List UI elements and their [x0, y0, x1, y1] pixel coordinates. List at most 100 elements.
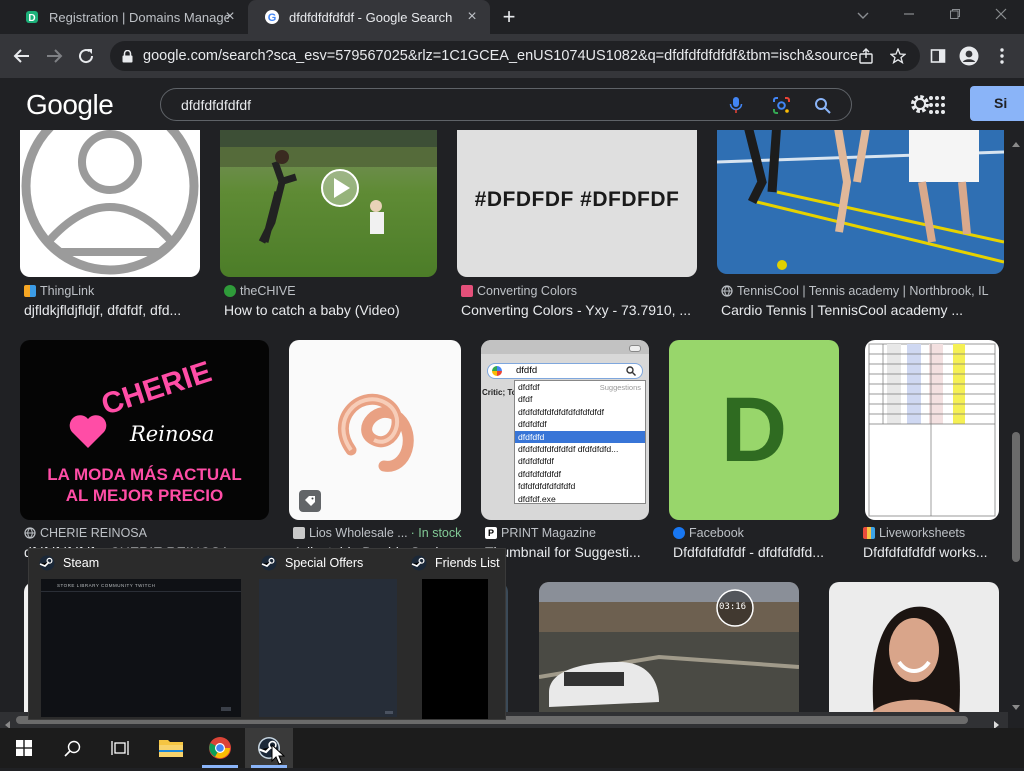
close-icon[interactable]: × [222, 9, 238, 25]
result-title[interactable]: Converting Colors - Yxy - 73.7910, ... [461, 302, 697, 318]
result-title[interactable]: Cardio Tennis | TennisCool academy ... [721, 302, 1001, 318]
start-button[interactable] [0, 728, 48, 768]
search-icon[interactable] [814, 97, 831, 114]
close-icon[interactable]: × [464, 9, 480, 25]
suggestion-item: dfdfdfdfdfdfdfdfdfdfdfdf [518, 406, 605, 417]
preview-friends-list[interactable]: Friends List [401, 549, 507, 719]
back-button[interactable] [10, 44, 34, 68]
close-window-button[interactable] [991, 6, 1011, 26]
new-tab-button[interactable]: + [498, 6, 520, 28]
tab-registration[interactable]: D Registration | Domains Manager × [8, 0, 248, 34]
forward-button[interactable] [42, 44, 66, 68]
sign-in-label: Si [994, 95, 1008, 111]
converting-colors-favicon-icon [461, 285, 473, 297]
steam-icon [39, 555, 55, 571]
scroll-down-arrow-icon[interactable] [1012, 698, 1020, 716]
result-title[interactable]: Dfdfdfdfdfdf - dfdfdfdfd... [673, 544, 838, 560]
suggestion-item: dfdf [518, 394, 533, 405]
result-thumbnail[interactable]: 03:16 [539, 582, 799, 712]
task-view-icon [111, 741, 129, 755]
result-source[interactable]: Liveworksheets [863, 526, 1008, 540]
taskbar-search-button[interactable] [48, 728, 96, 768]
svg-text:G: G [268, 12, 277, 24]
result-title[interactable]: djfldkjfldjfldjf, dfdfdf, dfd... [24, 302, 204, 318]
result-thumbnail[interactable]: dfdfd Critic; To Suggestions dfdfdf dfdf d… [481, 340, 649, 520]
result-thumbnail[interactable] [829, 582, 999, 712]
result-thumbnail[interactable] [20, 130, 200, 277]
chrome-icon [209, 737, 231, 759]
address-bar[interactable]: google.com/search?sca_esv=579567025&rlz=… [110, 41, 920, 71]
result-title[interactable]: Dfdfdfdfdfdf works... [863, 544, 1003, 560]
search-icon [63, 740, 80, 757]
result-source[interactable]: ThingLink [24, 284, 204, 298]
profile-avatar-icon[interactable] [957, 44, 981, 68]
lens-camera-icon[interactable] [772, 96, 791, 115]
result-thumbnail[interactable]: #DFDFDF #DFDFDF [457, 130, 697, 277]
result-source[interactable]: CHERIE REINOSA [24, 526, 264, 540]
cherie-logo-text: CHERIE [97, 355, 216, 422]
scroll-up-arrow-icon[interactable] [1012, 134, 1020, 152]
tab-search-chevron-icon[interactable] [853, 6, 873, 26]
woman-portrait-photo [872, 606, 960, 712]
preview-thumbnail [259, 579, 397, 717]
result-title[interactable]: How to catch a baby (Video) [224, 302, 434, 318]
side-panel-icon[interactable] [926, 44, 950, 68]
bookmark-star-icon[interactable] [890, 48, 906, 64]
search-input[interactable]: dfdfdfdfdfdf [181, 97, 851, 113]
suggestion-items: dfdfdf dfdf dfdfdfdfdfdfdfdfdfdfdfdf dfdfdf… [515, 381, 645, 505]
result-source[interactable]: Lios Wholesale ... · In stock [293, 526, 465, 540]
vertical-scrollbar[interactable] [1008, 130, 1024, 712]
tab-google-search[interactable]: G dfdfdfdfdfdf - Google Search × [248, 0, 490, 34]
result-source[interactable]: TennisCool | Tennis academy | Northbrook… [721, 284, 1008, 298]
reload-button[interactable] [74, 44, 98, 68]
result-thumbnail[interactable] [220, 130, 437, 277]
steam-taskbar-button[interactable] [245, 728, 293, 768]
preview-title: Friends List [435, 556, 500, 570]
result-source[interactable]: P PRINT Magazine [485, 526, 653, 540]
restore-button[interactable] [945, 6, 965, 26]
sign-in-button[interactable]: Si [970, 86, 1024, 121]
result-title[interactable]: Thumbnail for Suggesti... [485, 544, 650, 560]
racing-game-screenshot [539, 582, 799, 712]
windows-taskbar [0, 728, 1024, 768]
reinosa-script-text: Reinosa [130, 422, 215, 446]
worksheet-table [868, 343, 996, 517]
result-thumbnail[interactable]: CHERIE Reinosa LA MODA MÁS ACTUAL AL MEJ… [20, 340, 269, 520]
result-thumbnail[interactable] [289, 340, 461, 520]
slogan-line-1: LA MODA MÁS ACTUAL [47, 465, 242, 484]
thechive-favicon-icon [224, 285, 236, 297]
steam-window-previews: Steam STORE LIBRARY COMMUNITY TWITCH Spe… [28, 548, 506, 720]
globe-icon [24, 527, 36, 539]
chrome-taskbar-button[interactable] [196, 728, 244, 768]
magnifier-icon [626, 366, 636, 376]
steam-menu-text: STORE LIBRARY COMMUNITY TWITCH [57, 583, 156, 588]
search-box[interactable]: dfdfdfdfdfdf [160, 88, 852, 121]
share-icon[interactable] [858, 48, 874, 64]
apps-grid-icon[interactable] [926, 95, 946, 115]
lock-icon [122, 49, 133, 63]
preview-thumbnail: STORE LIBRARY COMMUNITY TWITCH [41, 579, 241, 717]
thumb-hex-text: #DFDFDF #DFDFDF [474, 187, 680, 211]
vertical-scroll-thumb[interactable] [1012, 432, 1020, 562]
minimize-button[interactable] [899, 6, 919, 26]
kebab-menu-icon[interactable] [990, 44, 1014, 68]
result-source[interactable]: theCHIVE [224, 284, 424, 298]
preview-special-offers[interactable]: Special Offers [251, 549, 401, 719]
result-source[interactable]: Converting Colors [461, 284, 697, 298]
google-logo[interactable]: Google [26, 89, 114, 121]
result-source[interactable]: Facebook [673, 526, 843, 540]
result-thumbnail[interactable] [717, 130, 1004, 274]
facebook-favicon-icon [673, 527, 685, 539]
suggestion-item: fdfdfdfdfdfdfdfd [518, 481, 576, 492]
preview-steam[interactable]: Steam STORE LIBRARY COMMUNITY TWITCH [29, 549, 251, 719]
file-explorer-taskbar-button[interactable] [147, 728, 195, 768]
google-favicon-icon: G [264, 9, 280, 25]
result-thumbnail[interactable] [865, 340, 999, 520]
result-thumbnail[interactable]: D [669, 340, 839, 520]
svg-text:D: D [28, 13, 35, 24]
microphone-icon[interactable] [729, 96, 743, 114]
task-view-button[interactable] [96, 728, 144, 768]
tab-title: dfdfdfdfdfdf - Google Search [289, 9, 453, 25]
liveworksheets-favicon-icon [863, 527, 875, 539]
suggestion-item: dfdfdfd [515, 430, 645, 444]
